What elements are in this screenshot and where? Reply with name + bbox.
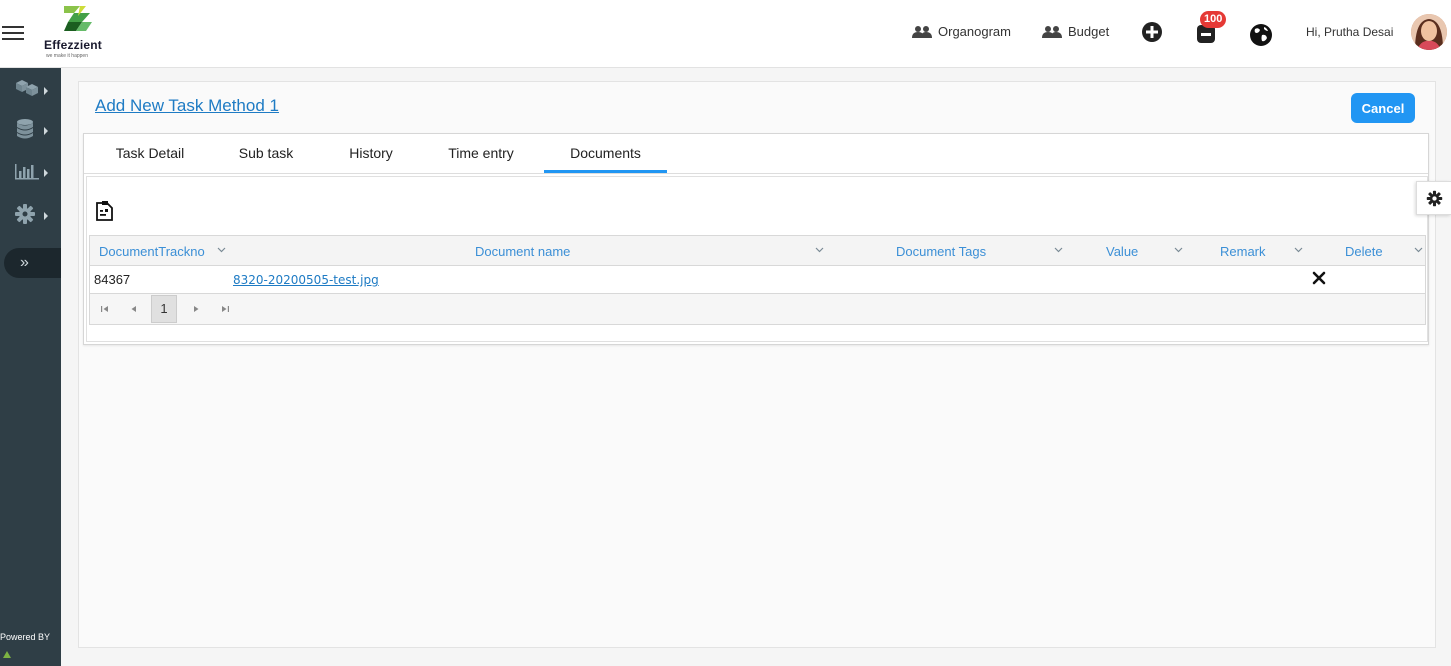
chevron-down-icon[interactable] [1414,245,1423,254]
brand-tagline: we make it happen [46,53,88,59]
document-link[interactable]: 8320-20200505-test.jpg [233,273,379,287]
notification-badge: 100 [1200,11,1227,28]
brand-name: Effezzient [44,38,103,52]
chevron-down-icon[interactable] [1054,245,1063,254]
avatar-image [1411,14,1447,50]
documents-table: DocumentTrackno Document name Document T… [89,235,1426,325]
tab-task-detail[interactable]: Task Detail [114,145,186,173]
nav-organogram[interactable]: Organogram [912,24,1011,39]
page-title[interactable]: Add New Task Method 1 [95,96,279,116]
globe-icon[interactable] [1249,23,1273,47]
first-page-icon[interactable] [99,303,111,315]
users-icon [912,25,932,38]
tab-bar: Task Detail Sub task History Time entry … [84,134,1428,174]
chevron-down-icon[interactable] [217,245,226,254]
table-row: 84367 8320-20200505-test.jpg [90,266,1425,294]
settings-panel-toggle[interactable] [1416,181,1451,215]
user-greeting[interactable]: Hi, Prutha Desai [1306,25,1393,39]
chevron-down-icon[interactable] [1294,245,1303,254]
tab-sub-task[interactable]: Sub task [236,145,296,173]
add-circle-icon[interactable] [1141,21,1163,43]
column-header-value[interactable]: Value [1106,244,1138,259]
column-header-document-name[interactable]: Document name [475,244,570,259]
current-page-number[interactable]: 1 [151,295,177,323]
main-panel: Add New Task Method 1 Cancel Task Detail… [78,81,1436,648]
task-form-card: Task Detail Sub task History Time entry … [83,133,1429,345]
powered-by-label: Powered BY [0,632,51,642]
nav-budget[interactable]: Budget [1042,24,1109,39]
chevron-down-icon[interactable] [815,245,824,254]
tab-time-entry[interactable]: Time entry [446,145,516,173]
previous-page-icon[interactable] [128,303,140,315]
next-page-icon[interactable] [190,303,202,315]
chevron-down-icon[interactable] [1174,245,1183,254]
logo-mark-icon [64,6,92,31]
tab-documents[interactable]: Documents [544,145,667,173]
users-icon [1042,25,1062,38]
cubes-icon [16,80,38,96]
column-header-document-tags[interactable]: Document Tags [896,244,986,259]
sidebar-item-reports[interactable] [14,160,50,186]
sidebar-item-modules[interactable] [14,78,50,104]
powered-by-logo-icon [3,651,11,658]
tab-history[interactable]: History [346,145,396,173]
sidebar-item-settings[interactable] [14,203,50,229]
top-header: Effezzient we make it happen Organogram … [0,0,1451,68]
column-header-remark[interactable]: Remark [1220,244,1266,259]
cancel-button[interactable]: Cancel [1351,93,1415,123]
hamburger-menu-icon[interactable] [2,26,24,42]
bar-chart-icon [15,164,39,180]
documents-panel: DocumentTrackno Document name Document T… [86,176,1428,342]
gear-icon [15,204,35,224]
sidebar-item-database[interactable] [14,118,50,144]
delete-x-icon[interactable] [1312,271,1326,285]
upload-document-icon[interactable] [95,200,115,222]
brand-logo[interactable]: Effezzient we make it happen [42,4,122,62]
sidebar-collapse-button[interactable]: » [4,248,61,278]
user-avatar[interactable] [1411,14,1447,50]
column-header-trackno[interactable]: DocumentTrackno [99,244,205,259]
sidebar: » Powered BY [0,68,61,666]
gear-icon [1426,190,1443,207]
last-page-icon[interactable] [219,303,231,315]
pagination-bar: 1 [90,294,1425,324]
table-header: DocumentTrackno Document name Document T… [90,236,1425,266]
nav-organogram-label: Organogram [938,24,1011,39]
database-icon [17,119,33,139]
nav-budget-label: Budget [1068,24,1110,39]
column-header-delete[interactable]: Delete [1345,244,1383,259]
cell-trackno: 84367 [94,272,131,287]
